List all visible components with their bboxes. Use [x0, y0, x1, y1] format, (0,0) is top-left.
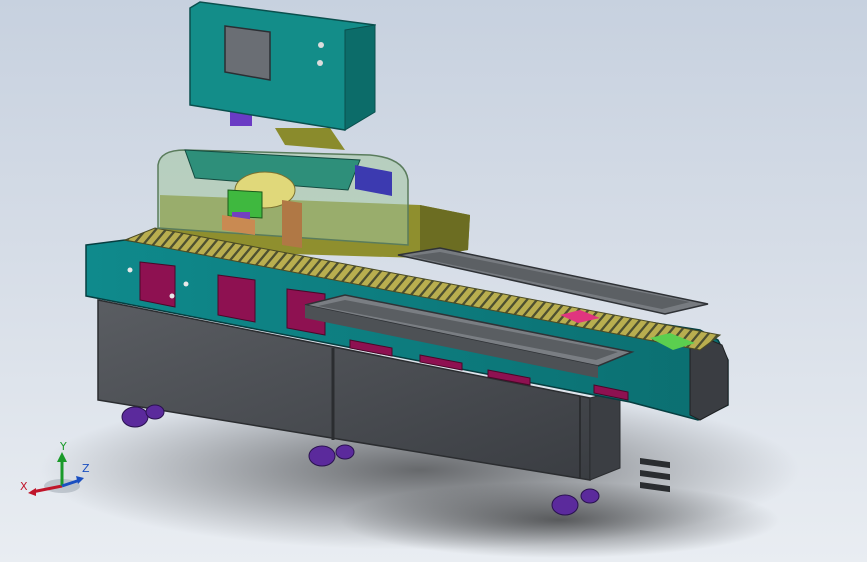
cad-viewport[interactable]: X Y Z	[0, 0, 867, 562]
y-axis-label: Y	[59, 440, 67, 453]
olive-support	[275, 128, 345, 150]
machine-3d-model[interactable]	[0, 0, 867, 562]
control-button-2[interactable]	[317, 60, 323, 66]
ground-shadow-tail	[340, 482, 780, 558]
bracket-right	[282, 200, 302, 248]
x-axis-label: X	[20, 480, 28, 493]
cabinet-side	[589, 389, 621, 481]
indicator-slots	[640, 457, 670, 493]
control-box-side	[344, 24, 376, 131]
hmi-screen[interactable]	[224, 25, 271, 81]
control-button-1[interactable]	[318, 42, 324, 48]
axis-triad: X Y Z	[20, 440, 90, 496]
z-axis-label: Z	[82, 462, 90, 475]
